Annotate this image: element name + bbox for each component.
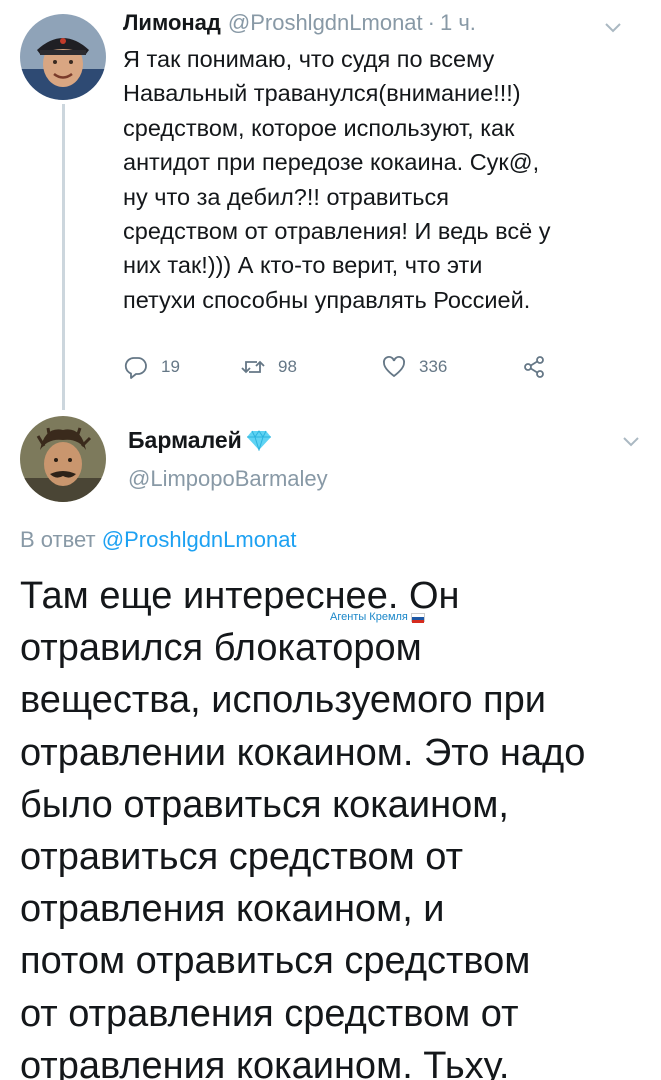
text-line: вещества, используемого при [20,679,546,722]
tweet-text: Там еще интереснее. Он отравился блокато… [20,570,650,1080]
watermark-text: Агенты Кремля [330,611,408,623]
text-line: средством от отравления! И ведь всё у [123,218,551,245]
timestamp[interactable]: 1 ч. [440,10,476,36]
author-name[interactable]: Бармалей [128,427,242,454]
tweet-text: Я так понимаю, что судя по всему Навальн… [123,42,643,317]
reply-icon [124,357,147,379]
avatar[interactable] [20,14,106,100]
text-line: от отравления средством от [20,992,519,1035]
like-icon [383,356,405,378]
russian-flag-icon [410,612,425,623]
text-line: ну что за дебил?!! отравиться [123,183,449,210]
reply-button[interactable]: 19 [123,352,180,382]
reply-prefix: В ответ [20,527,96,552]
parent-tweet[interactable]: Лимонад @ProshlgdnLmonat · 1 ч. Я так по… [0,0,661,410]
text-line: петухи способны управлять Россией. [123,286,531,313]
share-icon [524,356,544,378]
text-line: них так!))) А кто-то верит, что эти [123,252,483,279]
text-line: отравления кокаином. Тьху. [20,1044,510,1080]
retweet-count: 98 [278,357,297,376]
reply-count: 19 [161,357,180,376]
reply-handle-link[interactable]: @ProshlgdnLmonat [102,527,297,552]
like-button[interactable]: 336 [381,352,447,382]
author-row: Бармалей [128,424,272,456]
reply-context: В ответ @ProshlgdnLmonat [20,527,297,553]
text-line: Я так понимаю, что судя по всему [123,46,495,72]
text-line: антидот при передозе кокаина. Сук@, [123,149,540,176]
text-line: потом отравиться средством [20,940,531,983]
text-line: отравлении кокаином. Это надо [20,731,586,774]
retweet-button[interactable]: 98 [240,352,297,382]
text-line: отравления кокаином, и [20,888,445,931]
separator: · [427,10,435,35]
retweet-icon [241,360,265,374]
text-line: отравиться средством от [20,836,464,879]
text-line: было отравиться кокаином, [20,783,509,826]
share-button[interactable] [521,352,547,382]
like-count: 336 [419,357,448,376]
tweet-actions: 19 98 336 [123,352,583,382]
chevron-down-icon[interactable] [622,436,640,448]
author-handle[interactable]: @LimpopoBarmaley [128,466,328,492]
diamond-icon [246,430,271,451]
chevron-down-icon[interactable] [604,22,622,34]
watermark: Агенты Кремля [330,611,425,623]
author-handle[interactable]: @ProshlgdnLmonat [228,10,423,36]
tweet-header: Лимонад @ProshlgdnLmonat · 1 ч. [123,10,476,40]
text-line: Навальный траванулся(внимание!!!) [123,80,521,107]
avatar[interactable] [20,416,106,502]
author-name[interactable]: Лимонад [123,10,221,36]
thread-line [62,104,65,410]
text-line: средством, которое используют, как [123,114,515,141]
text-line: отравился блокатором [20,627,422,670]
